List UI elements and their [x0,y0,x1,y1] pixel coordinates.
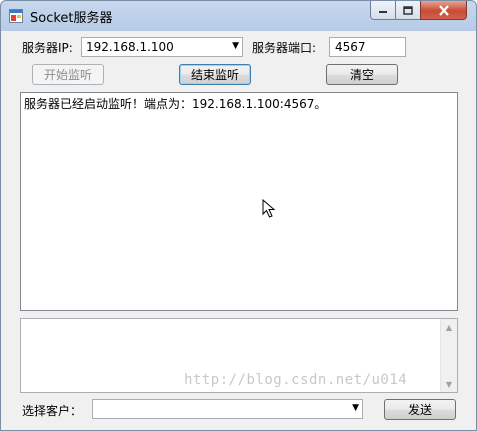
title-bar[interactable]: Socket服务器 [1,1,476,29]
mouse-cursor-icon [262,199,276,218]
close-button[interactable] [420,1,467,20]
minimize-button[interactable] [370,1,396,20]
stop-listen-button[interactable]: 结束监听 [179,64,251,85]
server-ip-value: 192.168.1.100 [86,40,174,54]
server-ip-label: 服务器IP: [22,41,73,55]
server-port-label: 服务器端口: [252,41,317,55]
message-scrollbar[interactable]: ▲ ▼ [440,319,457,392]
maximize-button[interactable] [395,1,421,20]
watermark-text: http://blog.csdn.net/u014 [184,372,408,388]
scroll-up-icon[interactable]: ▲ [441,319,457,335]
start-listen-button[interactable]: 开始监听 [32,64,104,85]
chevron-down-icon: ▼ [352,403,359,413]
app-window-icon [9,9,23,23]
chevron-down-icon: ▼ [232,41,239,51]
client-area: 服务器IP: 192.168.1.100 ▼ 服务器端口: 4567 开始监听 … [8,31,469,425]
server-ip-combobox[interactable]: 192.168.1.100 ▼ [81,37,243,57]
send-button[interactable]: 发送 [384,399,456,420]
server-port-value: 4567 [335,40,366,54]
window-title: Socket服务器 [30,11,113,26]
log-textbox[interactable]: 服务器已经启动监听！端点为：192.168.1.100:4567。 [20,92,458,311]
server-port-input[interactable]: 4567 [329,37,406,57]
clear-button[interactable]: 清空 [326,64,398,85]
close-icon [438,4,449,16]
maximize-icon [403,5,413,15]
log-line: 服务器已经启动监听！端点为：192.168.1.100:4567。 [24,97,327,111]
app-window: Socket服务器 服务器IP: 192.168.1.100 ▼ 服务器端口: … [0,0,477,431]
scroll-down-icon[interactable]: ▼ [441,376,457,392]
client-select-label: 选择客户： [22,404,83,418]
minimize-icon [379,11,387,13]
client-select-combobox[interactable]: ▼ [92,399,363,419]
